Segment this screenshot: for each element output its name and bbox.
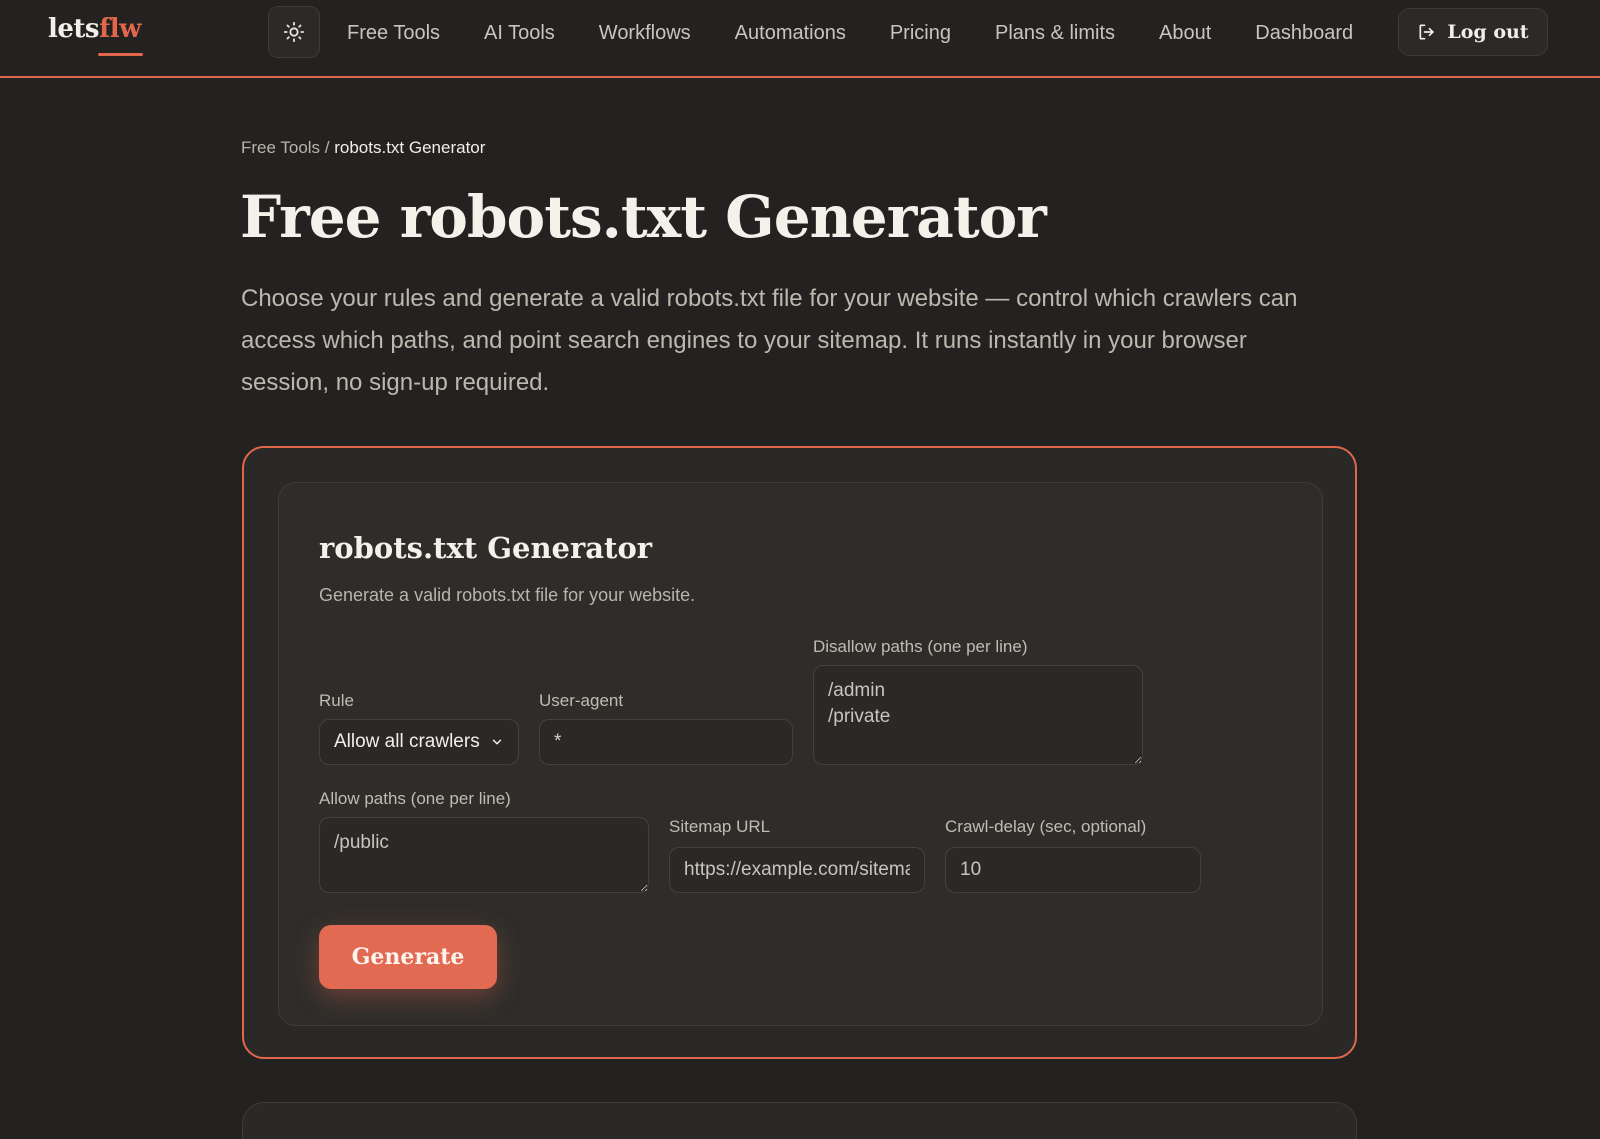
- nav-automations[interactable]: Automations: [735, 22, 846, 45]
- breadcrumb-separator: /: [320, 138, 335, 157]
- nav-plans-limits[interactable]: Plans & limits: [995, 22, 1115, 45]
- theme-toggle-button[interactable]: [268, 6, 320, 58]
- crawl-delay-input[interactable]: [945, 847, 1201, 893]
- tool-card: robots.txt Generator Generate a valid ro…: [242, 446, 1357, 1059]
- logout-icon: [1419, 24, 1435, 40]
- brand-logo-part1: lets: [48, 14, 100, 44]
- nav-pricing[interactable]: Pricing: [890, 22, 951, 45]
- next-section-card: [242, 1102, 1357, 1139]
- rule-select-value: Allow all crawlers: [334, 731, 480, 752]
- brand-logo[interactable]: letsflw: [48, 14, 142, 44]
- breadcrumb-current: robots.txt Generator: [334, 138, 486, 157]
- user-agent-input[interactable]: [539, 719, 793, 765]
- breadcrumb: Free Tools / robots.txt Generator: [241, 138, 485, 158]
- chevron-down-icon: [492, 739, 502, 745]
- user-agent-label: User-agent: [539, 691, 624, 710]
- disallow-label: Disallow paths (one per line): [813, 637, 1028, 656]
- sitemap-label: Sitemap URL: [669, 817, 771, 836]
- nav-workflows[interactable]: Workflows: [599, 22, 691, 45]
- nav-about[interactable]: About: [1159, 22, 1211, 45]
- disallow-textarea[interactable]: /admin /private: [813, 665, 1143, 765]
- generate-button[interactable]: Generate: [319, 925, 497, 989]
- breadcrumb-parent[interactable]: Free Tools: [241, 138, 320, 157]
- logout-button[interactable]: Log out: [1398, 8, 1548, 56]
- logo-underline: [98, 53, 143, 56]
- allow-textarea[interactable]: /public: [319, 817, 649, 893]
- page-title: Free robots.txt Generator: [240, 183, 1047, 251]
- sitemap-url-input[interactable]: [669, 847, 925, 893]
- nav-free-tools[interactable]: Free Tools: [347, 22, 440, 45]
- brand-logo-part2: flw: [99, 14, 142, 44]
- top-navigation: letsflw Free Tools AI Tools Workflows Au…: [0, 0, 1600, 78]
- nav-dashboard[interactable]: Dashboard: [1255, 22, 1353, 45]
- page-description: Choose your rules and generate a valid r…: [241, 285, 1298, 396]
- sun-icon: [283, 21, 305, 43]
- tool-subtitle: Generate a valid robots.txt file for you…: [319, 585, 696, 605]
- nav-ai-tools[interactable]: AI Tools: [484, 22, 555, 45]
- rule-label: Rule: [319, 691, 354, 710]
- crawl-delay-label: Crawl-delay (sec, optional): [945, 817, 1147, 836]
- main-nav: Free Tools AI Tools Workflows Automation…: [347, 0, 1397, 66]
- rule-select[interactable]: Allow all crawlers: [319, 719, 519, 765]
- allow-label: Allow paths (one per line): [319, 789, 511, 808]
- logout-label: Log out: [1447, 21, 1529, 43]
- tool-form-panel: robots.txt Generator Generate a valid ro…: [278, 482, 1323, 1026]
- tool-title: robots.txt Generator: [319, 531, 653, 565]
